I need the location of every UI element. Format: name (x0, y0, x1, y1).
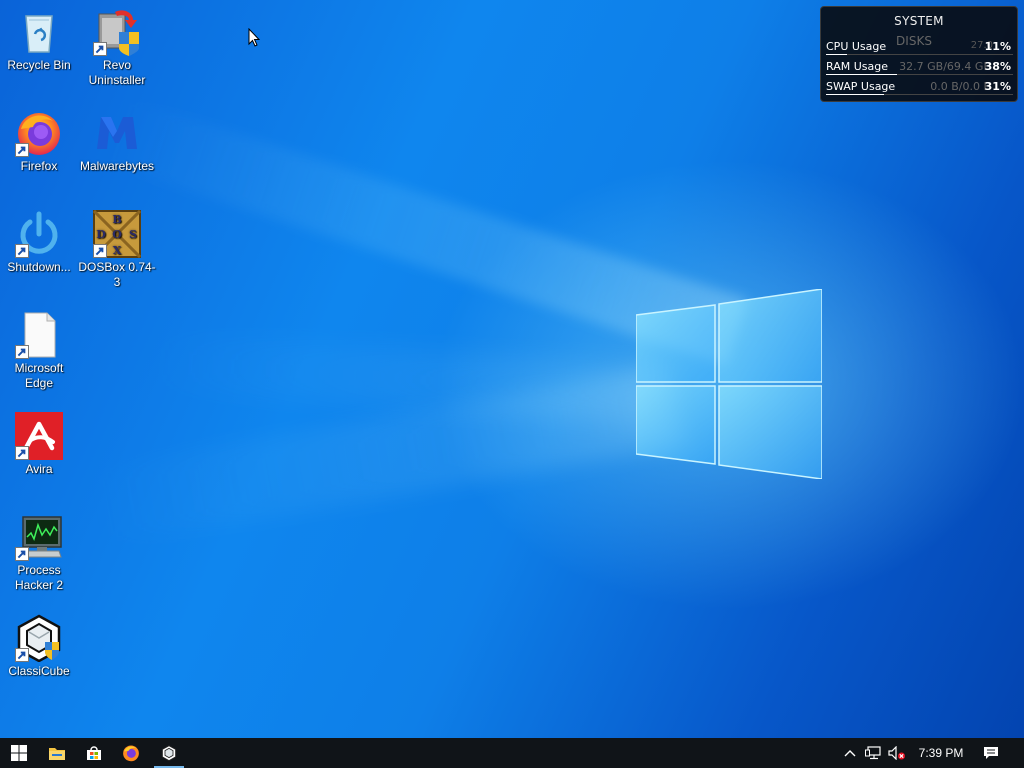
sysmon-row-label: RAM Usage (826, 60, 888, 73)
sysmon-usage-bar (826, 94, 1013, 95)
sysmon-row-detail: 32.7 GB/69.4 GB (899, 60, 991, 73)
action-center-button[interactable] (978, 738, 1004, 768)
wallpaper-light-beam (80, 365, 685, 549)
volume-muted-icon (888, 746, 905, 760)
desktop-icon-revo-uninstaller[interactable]: Revo Uninstaller (78, 8, 156, 88)
svg-text:B: B (112, 213, 121, 226)
store-bag-icon (87, 746, 101, 760)
shortcut-arrow-icon (93, 42, 107, 56)
sysmon-row-label: SWAP Usage (826, 80, 896, 93)
shortcut-arrow-icon (93, 244, 107, 258)
desktop-icon-label: ClassiCube (8, 664, 70, 678)
desktop-icon-label: Microsoft Edge (14, 361, 64, 390)
desktop-icon-label: Revo Uninstaller (88, 58, 146, 87)
network-tray-button[interactable] (862, 738, 884, 768)
desktop[interactable]: Recycle Bin Revo Uninstaller Firefox Mal… (0, 0, 1024, 738)
file-explorer-button[interactable] (38, 738, 76, 768)
mouse-cursor-icon (248, 28, 260, 47)
action-center-icon (984, 747, 998, 759)
desktop-icon-label: Malwarebytes (79, 159, 155, 173)
desktop-icon-avira[interactable]: Avira (0, 412, 78, 477)
shortcut-arrow-icon (15, 547, 29, 561)
classicube-taskbar-button[interactable] (150, 738, 188, 768)
desktop-icon-dosbox[interactable]: B D O S X DOSBox 0.74-3 (78, 210, 156, 290)
desktop-icon-label: Shutdown... (7, 260, 71, 274)
sysmon-row-label: CPU Usage (826, 40, 887, 53)
chevron-up-icon (844, 750, 856, 757)
network-icon (865, 746, 881, 760)
taskbar: 7:39 PM (0, 738, 1024, 768)
shortcut-arrow-icon (15, 244, 29, 258)
firefox-icon (123, 745, 139, 762)
sysmon-row-value: 38% (984, 60, 1011, 73)
desktop-icon-firefox[interactable]: Firefox (0, 109, 78, 174)
sysmon-row-ram: RAM Usage 32.7 GB/69.4 GB 38% (826, 60, 1013, 76)
desktop-icon-label: Avira (25, 462, 53, 476)
system-monitor-widget[interactable]: DISKS 27.0 SYSTEM CPU Usage 11% RAM Usag… (820, 6, 1018, 102)
sysmon-row-value: 11% (984, 40, 1011, 53)
sysmon-usage-bar (826, 74, 1013, 75)
shortcut-arrow-icon (15, 345, 29, 359)
wallpaper-windows-logo (636, 289, 822, 479)
desktop-icon-classicube[interactable]: ClassiCube (0, 614, 78, 679)
wallpaper-light-beam (135, 330, 659, 427)
show-hidden-icons-button[interactable] (840, 738, 860, 768)
svg-text:S: S (129, 228, 137, 241)
firefox-taskbar-button[interactable] (112, 738, 150, 768)
folder-icon (49, 748, 65, 760)
desktop-icon-label: DOSBox 0.74-3 (78, 260, 156, 289)
volume-tray-button[interactable] (886, 738, 908, 768)
malwarebytes-icon (97, 117, 137, 149)
desktop-icon-label: Firefox (20, 159, 58, 173)
sysmon-title: SYSTEM (894, 14, 944, 28)
start-button[interactable] (0, 738, 38, 768)
desktop-icon-recycle-bin[interactable]: Recycle Bin (0, 8, 78, 73)
sysmon-row-swap: SWAP Usage 0.0 B/0.0 B 31% (826, 80, 1013, 96)
desktop-icon-label: Recycle Bin (7, 58, 71, 72)
taskbar-clock[interactable]: 7:39 PM (910, 738, 972, 768)
sysmon-row-value: 31% (984, 80, 1011, 93)
svg-text:O: O (112, 228, 122, 241)
windows-logo-icon (11, 745, 27, 761)
sysmon-row-cpu: CPU Usage 11% (826, 40, 1013, 56)
classicube-icon (161, 745, 177, 761)
sysmon-row-detail: 0.0 B/0.0 B (930, 80, 991, 93)
desktop-icon-malwarebytes[interactable]: Malwarebytes (78, 109, 156, 174)
desktop-icon-label: Process Hacker 2 (14, 563, 64, 592)
desktop-icon-microsoft-edge[interactable]: Microsoft Edge (0, 311, 78, 391)
svg-text:X: X (113, 244, 122, 257)
shortcut-arrow-icon (15, 446, 29, 460)
recycle-bin-icon (25, 15, 53, 53)
microsoft-store-button[interactable] (75, 738, 113, 768)
shortcut-arrow-icon (15, 143, 29, 157)
sysmon-usage-bar (826, 54, 1013, 55)
desktop-icon-shutdown[interactable]: Shutdown... (0, 210, 78, 275)
shortcut-arrow-icon (15, 648, 29, 662)
desktop-icon-process-hacker[interactable]: Process Hacker 2 (0, 513, 78, 593)
